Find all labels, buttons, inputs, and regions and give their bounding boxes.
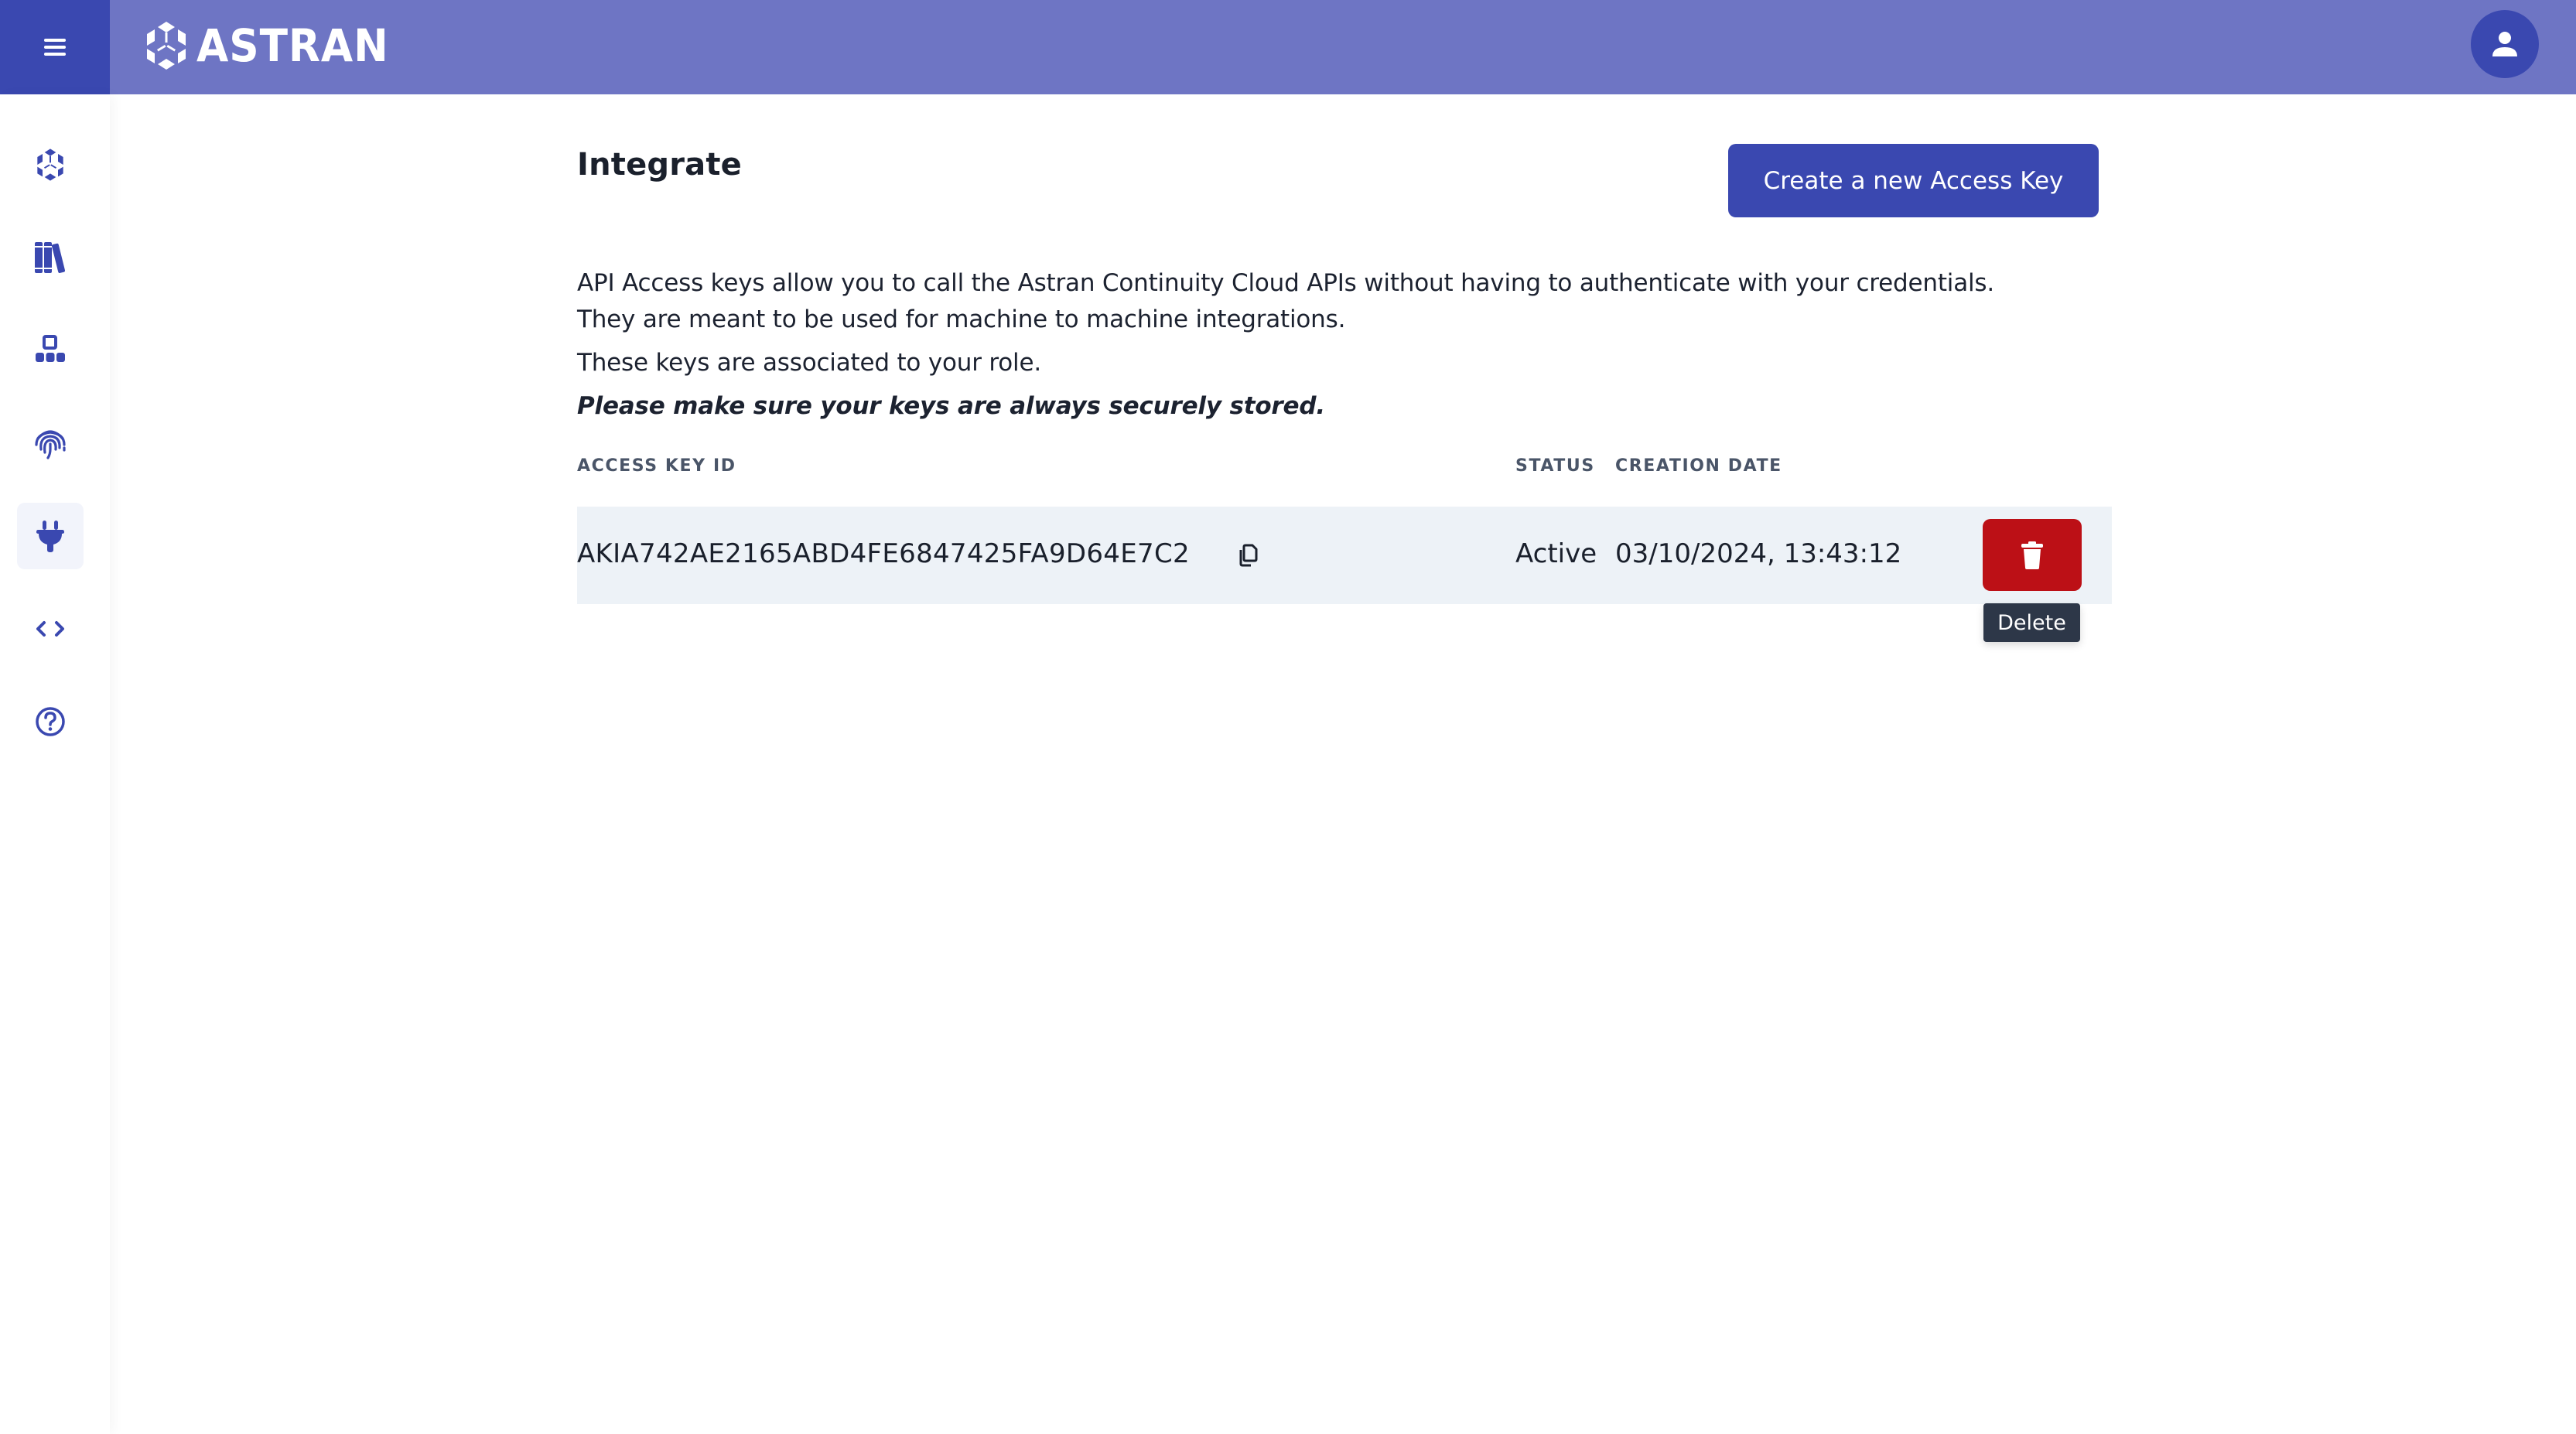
menu-toggle-button[interactable] xyxy=(0,0,110,94)
copy-key-button[interactable] xyxy=(1235,540,1262,571)
sidebar-item-home[interactable] xyxy=(17,131,84,198)
column-header-status: STATUS xyxy=(1515,456,1595,476)
sidebar-item-library[interactable] xyxy=(17,224,84,291)
copy-icon xyxy=(1239,544,1258,567)
code-icon xyxy=(36,621,64,637)
sidebar-item-developer[interactable] xyxy=(17,596,84,662)
delete-key-button[interactable] xyxy=(1983,519,2082,591)
trash-icon xyxy=(2021,541,2043,569)
sidebar-item-organization[interactable] xyxy=(17,317,84,384)
creation-date-value: 03/10/2024, 13:43:12 xyxy=(1615,538,1902,569)
astran-logo-icon xyxy=(147,22,186,70)
logo-text: ASTRAN xyxy=(196,19,389,72)
access-key-id: AKIA742AE2165ABD4FE6847425FA9D64E7C2 xyxy=(577,538,1190,569)
plug-icon xyxy=(36,521,64,552)
create-access-key-button[interactable]: Create a new Access Key xyxy=(1728,144,2099,217)
top-header: ASTRAN xyxy=(0,0,2576,94)
logo[interactable]: ASTRAN xyxy=(144,19,405,73)
security-warning: Please make sure your keys are always se… xyxy=(577,392,1325,420)
fingerprint-icon xyxy=(35,430,66,459)
help-circle-icon xyxy=(36,707,65,736)
delete-tooltip: Delete xyxy=(1983,603,2080,642)
sidebar-item-help[interactable] xyxy=(17,688,84,755)
books-icon xyxy=(35,242,66,273)
description-line-1: API Access keys allow you to call the As… xyxy=(577,269,1995,297)
user-icon xyxy=(2492,32,2517,56)
sidebar xyxy=(0,94,110,1434)
hamburger-icon xyxy=(44,36,66,58)
user-avatar-button[interactable] xyxy=(2471,10,2539,78)
sidebar-item-identity[interactable] xyxy=(17,410,84,476)
sidebar-item-integrate[interactable] xyxy=(17,503,84,569)
column-header-creation-date: CREATION DATE xyxy=(1615,456,1782,476)
description-line-3: These keys are associated to your role. xyxy=(577,349,1041,377)
page-title: Integrate xyxy=(577,147,743,183)
astran-cube-icon xyxy=(37,149,63,181)
description-line-2: They are meant to be used for machine to… xyxy=(577,306,1346,333)
column-header-access-key-id: ACCESS KEY ID xyxy=(577,456,736,476)
status-value: Active xyxy=(1515,538,1597,569)
hierarchy-icon xyxy=(36,335,65,362)
